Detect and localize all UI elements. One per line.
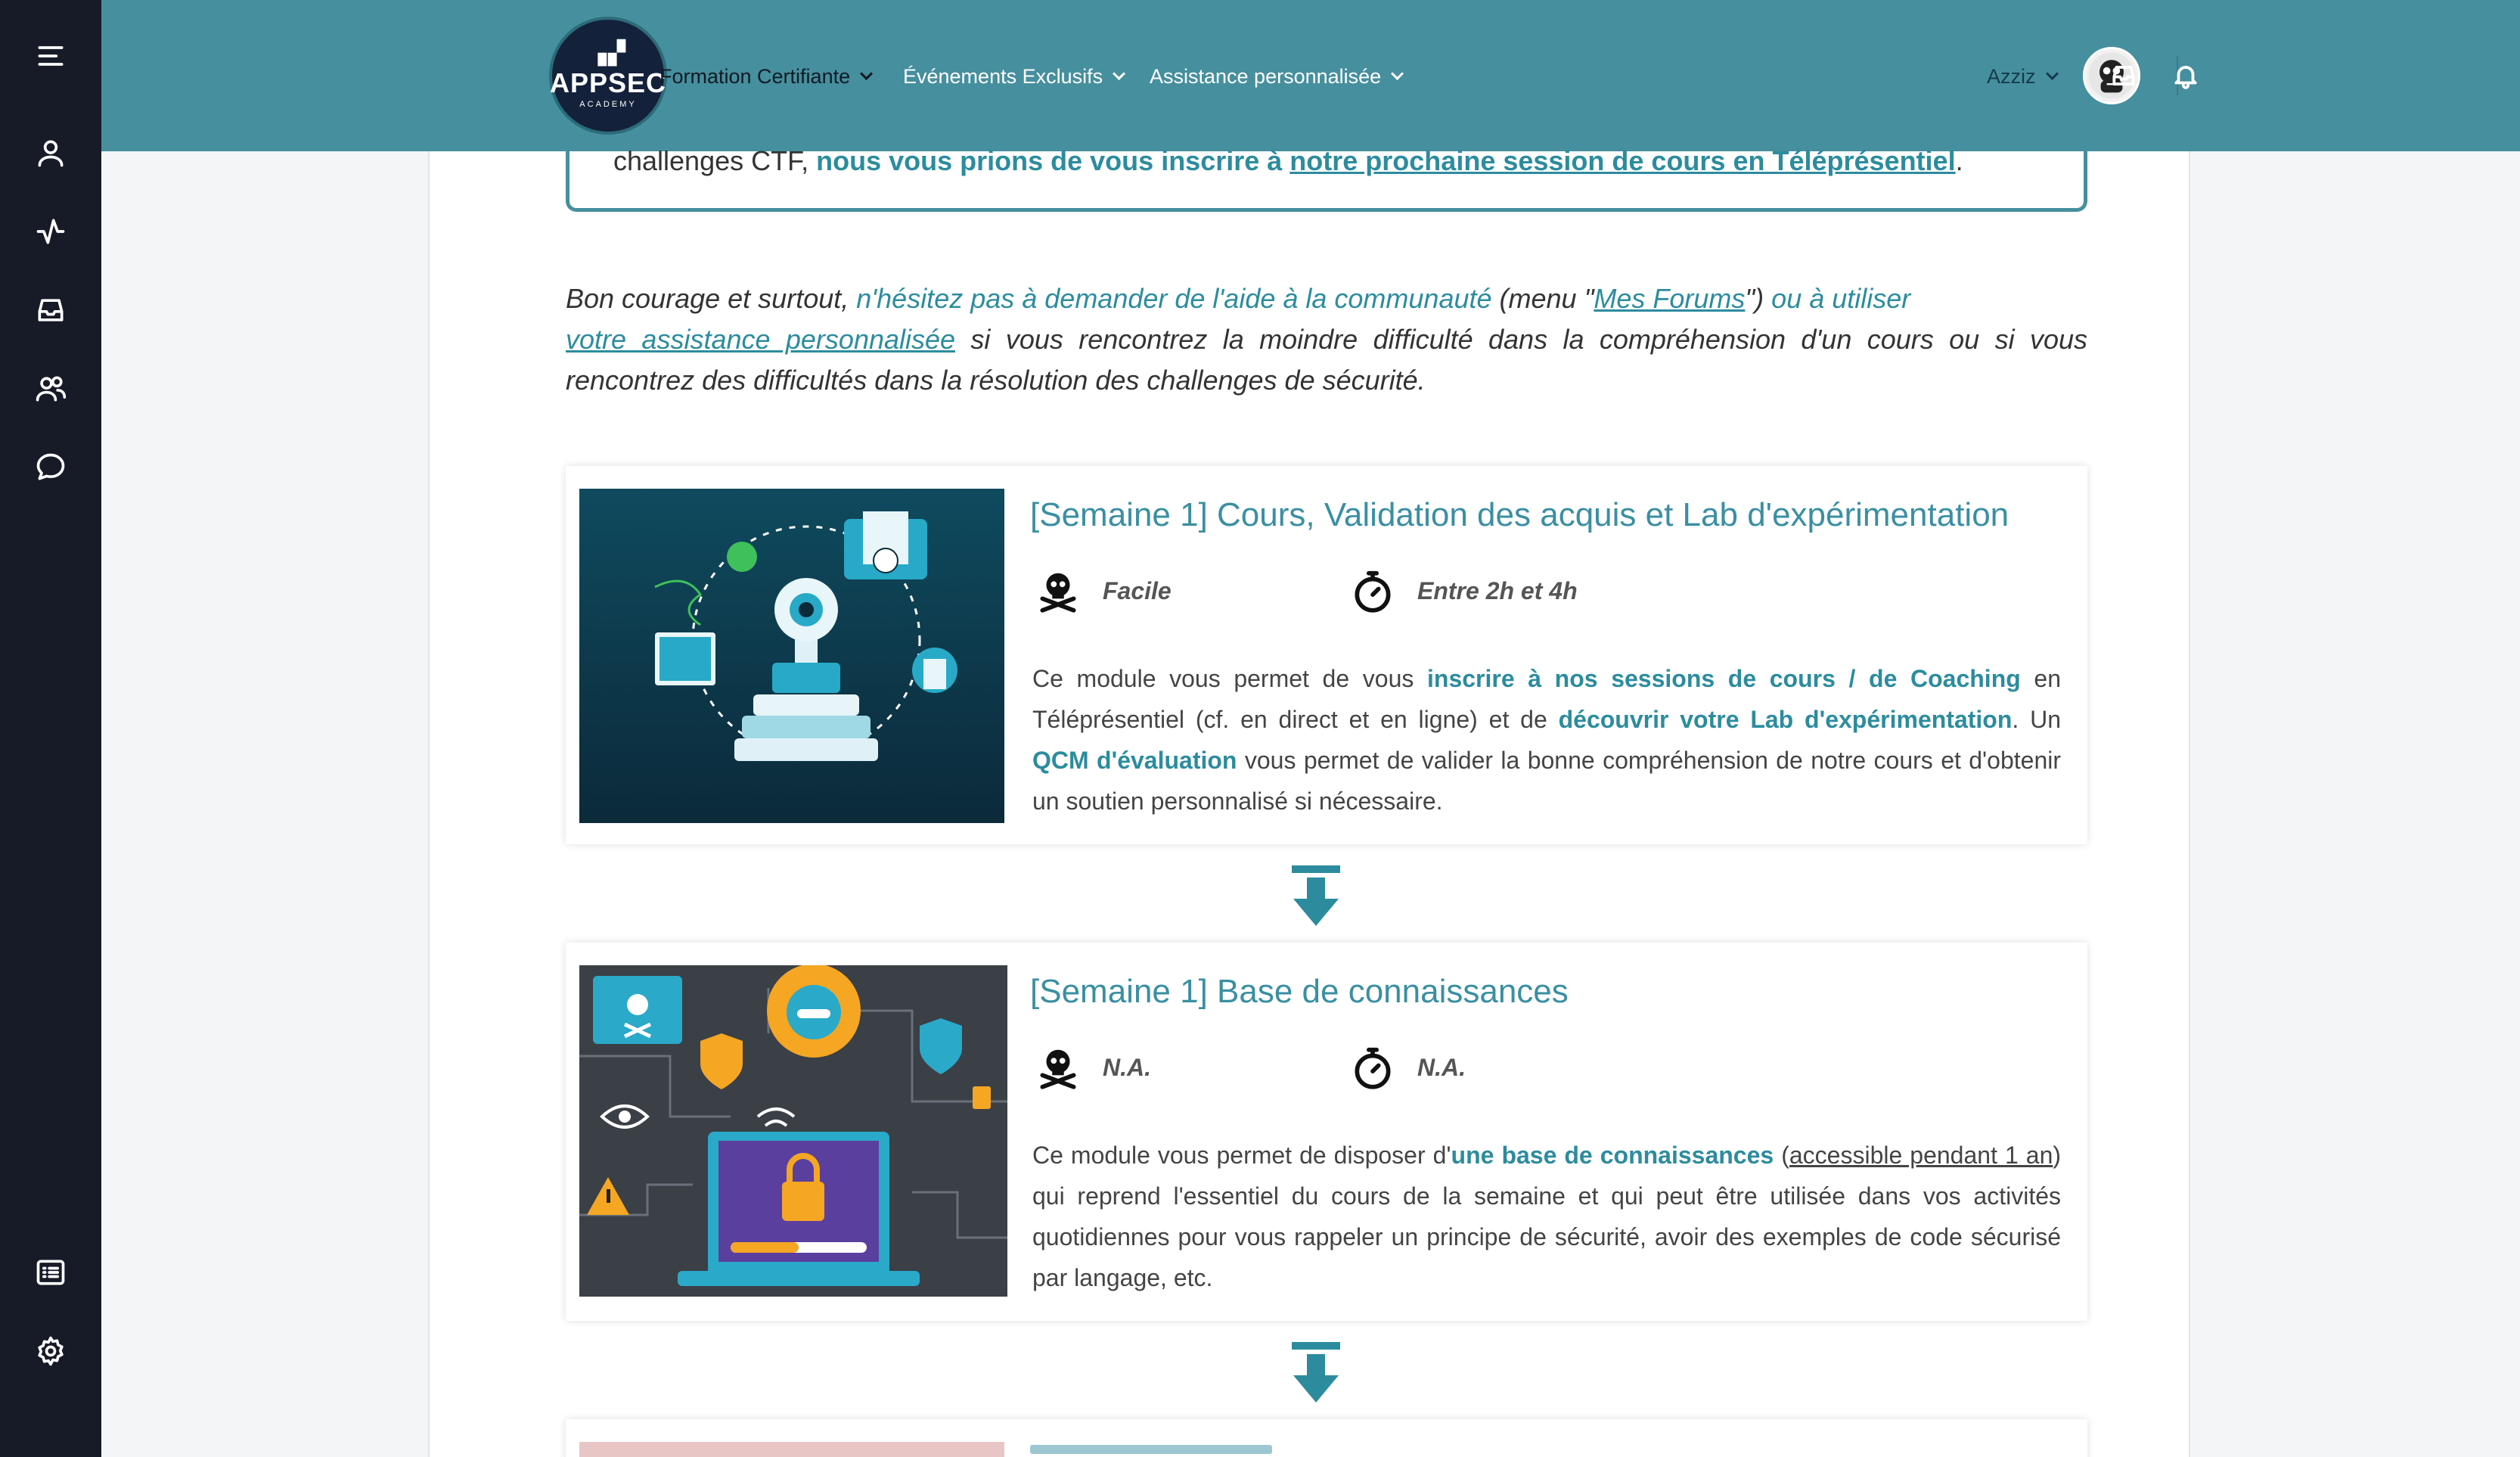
nav-formation-certifiante[interactable]: Formation Certifiante [659, 61, 874, 92]
appsec-logo[interactable]: ▗▞ APPSEC ACADEMY [549, 17, 667, 135]
duration-label: N.A. [1417, 1053, 1466, 1081]
desc-highlight: QCM d'évaluation [1032, 747, 1237, 774]
nav-label: Événements Exclusifs [903, 64, 1103, 88]
left-sidebar [0, 0, 101, 1457]
desc-text: . Un [2012, 706, 2062, 733]
para-text: Bon courage et surtout, [566, 283, 857, 314]
bell-icon[interactable] [2168, 57, 2204, 94]
duration: Entre 2h et 4h [1349, 567, 1578, 614]
chevron-down-icon [860, 67, 874, 80]
menu-icon[interactable] [31, 36, 70, 76]
security-illustration [579, 965, 1007, 1297]
para-highlight: ou à utiliser [1771, 283, 1911, 314]
module-description: Ce module vous permet de disposer d'une … [1032, 1135, 2061, 1298]
notice-prefix: challenges CTF, [613, 145, 817, 176]
top-header: ▗▞ APPSEC ACADEMY Formation Certifiante … [101, 0, 2520, 151]
module-card-partial [566, 1419, 2087, 1457]
chat-icon[interactable] [31, 448, 70, 487]
para-highlight: n'hésitez pas à demander de l'aide à la … [856, 283, 1492, 314]
desc-highlight: une base de connaissances [1451, 1142, 1774, 1169]
skull-icon [1040, 573, 1076, 613]
nav-evenements-exclusifs[interactable]: Événements Exclusifs [903, 61, 1126, 92]
arrow-down-icon [1292, 865, 1340, 926]
gear-icon[interactable] [31, 1331, 70, 1371]
desc-highlight: inscrire à nos sessions de cours / de Co… [1427, 665, 2021, 692]
module-illustration [579, 965, 1007, 1297]
elearning-illustration [579, 489, 1004, 823]
forums-link[interactable]: Mes Forums [1594, 283, 1745, 314]
assistance-link[interactable]: votre assistance personnalisée [566, 324, 955, 355]
stopwatch-icon [1355, 570, 1391, 613]
notice-bold: nous vous prions de vous inscrire à [816, 145, 1290, 176]
difficulty-label: Facile [1103, 576, 1172, 604]
duration: N.A. [1349, 1044, 1466, 1091]
difficulty: N.A. [1035, 1044, 1151, 1091]
module-illustration [579, 489, 1004, 823]
notice-box: challenges CTF, nous vous prions de vous… [566, 136, 2087, 212]
module-illustration [579, 1442, 1004, 1457]
module-card: [Semaine 1] Base de connaissances N.A. N… [566, 943, 2087, 1321]
arrow-down-icon [1292, 1342, 1340, 1403]
chevron-down-icon [2045, 67, 2059, 80]
activity-icon[interactable] [31, 212, 70, 251]
module-title[interactable]: [Semaine 1] Cours, Validation des acquis… [1030, 496, 2009, 534]
notice-link[interactable]: notre prochaine session de cours en Télé… [1289, 145, 1955, 176]
logo-subtitle: ACADEMY [579, 100, 637, 109]
notice-text: challenges CTF, nous vous prions de vous… [613, 145, 1963, 177]
nav-label: Assistance personnalisée [1150, 64, 1382, 88]
encouragement-paragraph: Bon courage et surtout, n'hésitez pas à … [566, 278, 2087, 401]
desc-underline: accessible pendant 1 an [1789, 1142, 2053, 1169]
inbox-icon[interactable] [2106, 57, 2142, 94]
inbox-icon[interactable] [31, 290, 70, 330]
logo-mark: ▗▞ [588, 41, 628, 66]
desc-text: Ce module vous permet de vous [1032, 665, 1427, 692]
module-title[interactable]: [Semaine 1] Base de connaissances [1030, 973, 1569, 1011]
users-icon[interactable] [31, 369, 70, 409]
stopwatch-icon [1355, 1047, 1391, 1089]
module-card: [Semaine 1] Cours, Validation des acquis… [566, 466, 2087, 844]
chevron-down-icon [1113, 67, 1126, 80]
nav-assistance-personnalisee[interactable]: Assistance personnalisée [1150, 61, 1404, 92]
notice-suffix: . [1955, 145, 1963, 176]
user-menu[interactable]: Azziz [1987, 61, 2059, 92]
list-icon[interactable] [31, 1253, 70, 1292]
duration-label: Entre 2h et 4h [1417, 576, 1578, 604]
module-description: Ce module vous permet de vous inscrire à… [1032, 658, 2061, 822]
content-panel: challenges CTF, nous vous prions de vous… [428, 136, 2190, 1457]
desc-highlight: découvrir votre Lab d'expérimentation [1558, 706, 2013, 733]
chevron-down-icon [1391, 67, 1404, 80]
nav-label: Formation Certifiante [659, 64, 851, 88]
para-text: ") [1745, 283, 1772, 314]
desc-text: Ce module vous permet de disposer d' [1032, 1142, 1451, 1169]
module-title-partial [1030, 1445, 1272, 1454]
para-text: (menu " [1491, 283, 1594, 314]
desc-text: ( [1774, 1142, 1789, 1169]
logo-title: APPSEC [549, 67, 667, 98]
user-name: Azziz [1987, 64, 2036, 88]
difficulty: Facile [1035, 567, 1172, 614]
skull-icon [1040, 1049, 1076, 1089]
difficulty-label: N.A. [1103, 1053, 1151, 1081]
user-icon[interactable] [31, 133, 70, 172]
